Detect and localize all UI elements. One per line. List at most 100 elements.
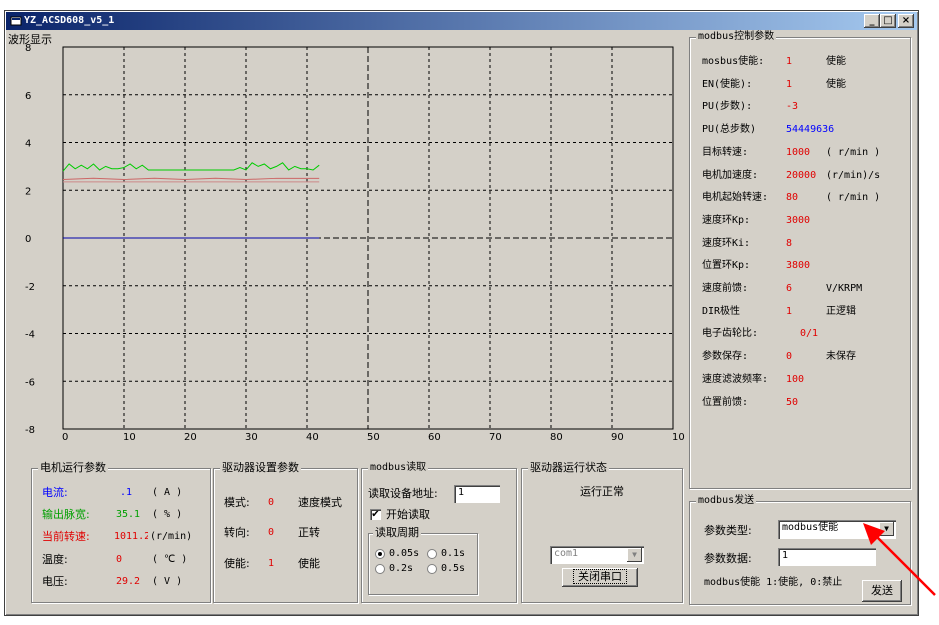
control-param-label: 电子齿轮比:: [702, 328, 759, 340]
control-param-value: 8: [786, 237, 793, 249]
control-param-value: 3800: [786, 260, 811, 272]
voltage-label: 电压:: [42, 575, 68, 588]
control-param-desc: ( r/min ): [826, 146, 881, 158]
maximize-button[interactable]: □: [880, 14, 896, 28]
y-tick-label: 0: [25, 234, 31, 245]
param-data-label: 参数数据:: [704, 552, 752, 565]
voltage-unit: ( V ): [152, 576, 183, 587]
mode-label: 模式:: [224, 496, 250, 509]
port-select-value: com1: [554, 548, 579, 559]
motor-group: 电机运行参数 电流: .1 ( A ) 输出脉宽: 35.1 ( % ) 当前转…: [31, 461, 211, 603]
control-param-label: 参数保存:: [702, 351, 749, 363]
control-param-desc: 未保存: [826, 351, 856, 363]
control-param-desc: V/KRPM: [826, 283, 863, 294]
period-radio-02[interactable]: [375, 564, 385, 574]
motor-group-label: 电机运行参数: [38, 461, 108, 475]
control-param-value: 54449636: [786, 124, 835, 136]
control-param-value: 3000: [786, 214, 811, 226]
x-tick-label: 40: [306, 432, 319, 443]
close-port-button[interactable]: 关闭串口: [562, 568, 638, 587]
control-param-label: PU(总步数): [702, 124, 757, 136]
period-radio-05[interactable]: [427, 564, 437, 574]
period-radio-01[interactable]: [427, 549, 437, 559]
direction-value: 0: [268, 527, 275, 538]
control-param-label: 位置前馈:: [702, 396, 749, 408]
start-read-checkbox[interactable]: ✔: [370, 509, 381, 520]
mode-desc: 速度模式: [298, 496, 342, 509]
x-tick-label: 90: [611, 432, 624, 443]
control-param-value: 6: [786, 283, 793, 294]
control-param-label: DIR极性: [702, 305, 741, 317]
y-tick-label: -8: [25, 425, 35, 436]
period-01-label: 0.1s: [441, 548, 466, 559]
speed-unit: (r/min): [150, 531, 193, 542]
driver-group-label: 驱动器设置参数: [220, 461, 301, 475]
y-tick-label: -6: [25, 377, 35, 388]
period-label: 读取周期: [373, 526, 421, 540]
control-param-desc: ( r/min ): [826, 192, 881, 204]
control-param-label: 电机加速度:: [702, 169, 759, 181]
x-tick-label: 0: [62, 432, 68, 443]
x-tick-label: 20: [184, 432, 197, 443]
control-param-value: 50: [786, 396, 799, 408]
x-tick-label: 80: [550, 432, 563, 443]
y-tick-label: 8: [25, 43, 31, 54]
control-param-label: 速度前馈:: [702, 283, 749, 294]
period-radio-005[interactable]: [375, 549, 385, 559]
period-group: 读取周期 0.05s 0.1s 0.2s 0.5s: [368, 526, 478, 595]
control-param-value: 80: [786, 192, 799, 204]
control-param-value: 0: [786, 351, 793, 363]
control-param-value: 1: [786, 56, 793, 67]
control-group: modbus控制参数 mosbus使能: 1 使能 EN(使能): 1 使能 PU(步数):…: [689, 30, 911, 489]
x-tick-label: 70: [489, 432, 502, 443]
pulse-width-value: 35.1: [116, 509, 141, 520]
window-title: YZ_ACSD608_v5_1: [24, 15, 115, 26]
status-group: 驱动器运行状态 运行正常 com1 ▼ 关闭串口: [521, 461, 683, 603]
control-param-label: 目标转速:: [702, 146, 749, 158]
current-value: .1: [120, 487, 133, 498]
x-tick-label: 60: [428, 432, 441, 443]
title-bar[interactable]: YZ_ACSD608_v5_1 _ □ ×: [6, 12, 917, 30]
enable-value: 1: [268, 558, 275, 569]
close-button[interactable]: ×: [898, 14, 914, 28]
temperature-value: 0: [116, 554, 123, 565]
y-tick-label: -4: [25, 330, 35, 341]
control-group-label: modbus控制参数: [696, 30, 777, 44]
temperature-unit: ( ℃ ): [152, 554, 188, 565]
send-group-label: modbus发送: [696, 494, 757, 508]
control-param-desc: 使能: [826, 78, 846, 90]
port-select[interactable]: com1 ▼: [550, 546, 644, 564]
period-005-label: 0.05s: [389, 548, 420, 559]
period-05-label: 0.5s: [441, 563, 466, 574]
chevron-down-icon[interactable]: ▼: [627, 548, 642, 562]
control-param-label: 位置环Kp:: [702, 260, 751, 272]
direction-label: 转向:: [224, 526, 250, 539]
x-tick-label: 50: [367, 432, 380, 443]
minimize-button[interactable]: _: [864, 14, 880, 28]
status-group-label: 驱动器运行状态: [528, 461, 609, 475]
temperature-label: 温度:: [42, 553, 68, 566]
app-icon: [10, 16, 22, 26]
y-tick-label: 2: [25, 186, 31, 197]
control-param-value: 100: [786, 373, 805, 385]
direction-desc: 正转: [298, 526, 320, 539]
x-tick-label: 10: [123, 432, 136, 443]
modbus-read-label: modbus读取: [368, 461, 429, 475]
x-tick-label: 30: [245, 432, 258, 443]
y-tick-label: -2: [25, 282, 35, 293]
waveform-chart: 86420-2-4-6-80102030405060708090100: [25, 43, 685, 443]
read-addr-input[interactable]: 1: [454, 485, 500, 503]
control-param-label: mosbus使能:: [702, 56, 765, 67]
control-param-value: -3: [786, 101, 799, 113]
pulse-width-unit: ( % ): [152, 509, 183, 520]
app-window: YZ_ACSD608_v5_1 _ □ × 波形显示 8 6 4 2 0 -2 -4 -6 -8…: [4, 10, 919, 616]
current-unit: ( A ): [152, 487, 183, 498]
voltage-value: 29.2: [116, 576, 141, 587]
read-addr-label: 读取设备地址:: [368, 487, 438, 500]
control-param-value: 1000: [786, 146, 811, 158]
start-read-label: 开始读取: [386, 508, 430, 521]
mode-value: 0: [268, 497, 275, 508]
speed-value: 1011.2: [114, 531, 148, 542]
y-tick-label: 4: [25, 139, 31, 150]
pulse-width-label: 输出脉宽:: [42, 508, 90, 521]
